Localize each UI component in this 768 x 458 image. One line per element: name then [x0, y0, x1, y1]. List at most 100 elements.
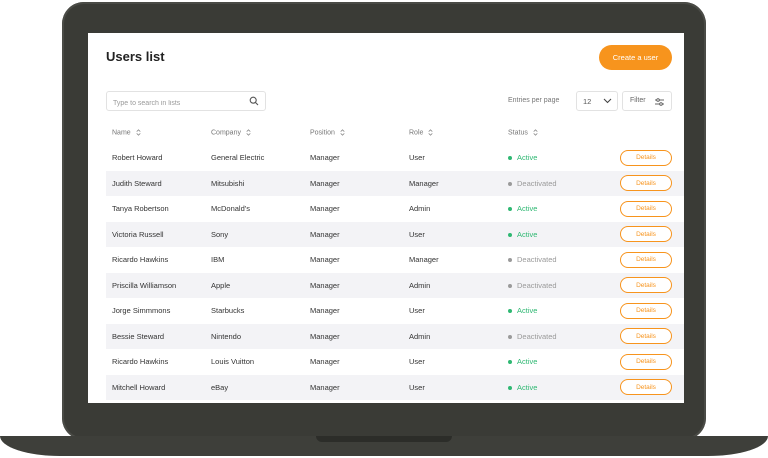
table-header-row: Name Company Position Role Status [106, 121, 684, 145]
cell-status: Active [502, 145, 614, 171]
cell-role: User [409, 229, 425, 239]
status-badge: Active [517, 229, 538, 239]
status-badge: Active [517, 153, 538, 163]
status-dot-icon [508, 309, 512, 314]
details-button[interactable]: Details [620, 379, 672, 396]
cell-company: General Electric [211, 153, 265, 163]
cell-actions: Details [614, 196, 684, 222]
filter-label: Filter [630, 97, 646, 104]
cell-actions: Details [614, 171, 684, 197]
details-button[interactable]: Details [620, 149, 672, 166]
details-button[interactable]: Details [620, 200, 672, 217]
cell-name: Ricardo Hawkins [112, 255, 169, 265]
column-header-role[interactable]: Role [403, 121, 502, 145]
cell-name: Tanya Robertson [112, 204, 169, 214]
filter-sliders-icon [655, 98, 664, 106]
details-button[interactable]: Details [620, 353, 672, 370]
sort-icon[interactable] [136, 129, 141, 137]
column-header-status[interactable]: Status [502, 121, 614, 145]
cell-role: User [409, 382, 425, 392]
cell-actions: Details [614, 375, 684, 401]
cell-status: Deactivated [502, 247, 614, 273]
table-row: Priscilla Williamson Apple Manager Admin Dea… [106, 272, 684, 299]
cell-position: Manager [310, 280, 340, 290]
cell-status: Active [502, 349, 614, 375]
cell-role: User [409, 357, 425, 367]
cell-role: Admin [409, 331, 431, 341]
table-row: Tanya Robertson McDonald's Manager Admin Act… [106, 196, 684, 222]
cell-name: Judith Steward [112, 178, 162, 188]
status-badge: Active [517, 382, 538, 392]
cell-name: Bessie Steward [112, 331, 165, 341]
column-header-name[interactable]: Name [106, 121, 205, 145]
status-badge: Deactivated [517, 331, 557, 341]
cell-role: Manager [409, 178, 439, 188]
status-badge: Deactivated [517, 255, 557, 265]
status-badge: Active [517, 306, 538, 316]
cell-actions: Details [614, 324, 684, 350]
cell-role: Admin [409, 204, 431, 214]
details-button[interactable]: Details [620, 277, 672, 294]
table-row: Ricardo Hawkins IBM Manager Manager Deactiva… [106, 247, 684, 273]
details-button[interactable]: Details [620, 302, 672, 319]
cell-role: Manager [409, 255, 439, 265]
cell-position: Manager [310, 357, 340, 367]
cell-status: Active [502, 375, 614, 401]
sort-icon[interactable] [246, 129, 251, 137]
column-header-label: Status [508, 129, 528, 137]
cell-position: Manager [310, 382, 340, 392]
cell-role: User [409, 153, 425, 163]
column-header-position[interactable]: Position [304, 121, 403, 145]
status-dot-icon [508, 360, 512, 365]
status-dot-icon [508, 207, 512, 212]
details-button[interactable]: Details [620, 328, 672, 345]
cell-actions: Details [614, 273, 684, 299]
details-button[interactable]: Details [620, 175, 672, 192]
column-header-label: Company [211, 129, 241, 137]
cell-name: Victoria Russell [112, 229, 164, 239]
sort-icon[interactable] [533, 129, 538, 137]
cell-company: Apple [211, 280, 231, 290]
cell-position: Manager [310, 178, 340, 188]
cell-company: Sony [211, 229, 229, 239]
column-header-actions [614, 121, 684, 145]
cell-name: Priscilla Williamson [112, 280, 177, 290]
sort-icon[interactable] [340, 129, 345, 137]
column-header-company[interactable]: Company [205, 121, 304, 145]
cell-company: McDonald's [211, 204, 250, 214]
cell-status: Deactivated [502, 273, 614, 299]
cell-role: User [409, 306, 425, 316]
cell-role: Admin [409, 280, 431, 290]
sort-icon[interactable] [428, 129, 433, 137]
app-screen: Users list Create a user Entries per pag… [88, 33, 684, 403]
cell-actions: Details [614, 247, 684, 273]
filter-button[interactable]: Filter [622, 91, 672, 111]
cell-status: Active [502, 196, 614, 222]
status-dot-icon [508, 283, 512, 288]
table-row: Bessie Steward Nintendo Manager Admin Deacti… [106, 323, 684, 350]
details-button[interactable]: Details [620, 226, 672, 243]
cell-company: Mitsubishi [211, 178, 245, 188]
status-dot-icon [508, 334, 512, 339]
details-button[interactable]: Details [620, 251, 672, 268]
search-icon[interactable] [249, 96, 259, 106]
cell-actions: Details [614, 145, 684, 171]
cell-company: Nintendo [211, 331, 242, 341]
table-row: Robert Howard General Electric Manager User… [106, 145, 684, 171]
table-row: Jorge Simmmons Starbucks Manager User Active… [106, 298, 684, 324]
cell-status: Active [502, 222, 614, 248]
column-header-label: Name [112, 129, 131, 137]
cell-position: Manager [310, 255, 340, 265]
status-dot-icon [508, 258, 512, 263]
search-input[interactable] [107, 94, 243, 113]
cell-name: Robert Howard [112, 153, 163, 163]
search-box [106, 91, 266, 113]
cell-position: Manager [310, 204, 340, 214]
cell-status: Deactivated [502, 324, 614, 350]
cell-position: Manager [310, 306, 340, 316]
entries-per-page-label: Entries per page [508, 97, 560, 104]
create-user-button[interactable]: Create a user [599, 45, 672, 70]
entries-per-page-select[interactable]: 12 [576, 91, 618, 111]
status-badge: Deactivated [517, 178, 557, 188]
chevron-down-icon [603, 98, 612, 104]
